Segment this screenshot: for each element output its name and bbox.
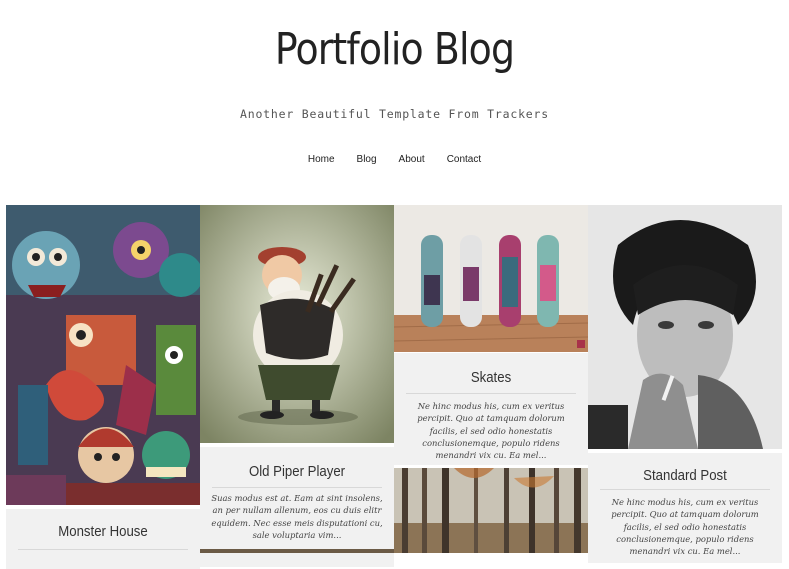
- post-thumbnail-skates[interactable]: [394, 205, 588, 352]
- main-nav: Home Blog About Contact: [0, 154, 789, 165]
- nav-item-about[interactable]: About: [399, 154, 425, 165]
- post-thumbnail-next[interactable]: [200, 549, 394, 553]
- skateboards-photo: [394, 205, 588, 352]
- nav-item-blog[interactable]: Blog: [357, 154, 377, 165]
- title-divider: [600, 489, 770, 490]
- title-divider: [18, 549, 188, 550]
- post-title[interactable]: Skates: [406, 369, 577, 386]
- post-excerpt: Suas modus est at. Eam at sint insolens,…: [211, 493, 383, 540]
- post-excerpt: Ne hinc modus his, cum ex veritus percip…: [611, 497, 759, 557]
- portrait-photo: [588, 205, 782, 449]
- post-title[interactable]: Old Piper Player: [212, 463, 383, 480]
- piper-illustration: [200, 205, 394, 443]
- post-thumbnail-forest[interactable]: [394, 468, 588, 553]
- post-title[interactable]: Standard Post: [600, 467, 771, 484]
- post-card-standard-post: Standard Post Ne hinc modus his, cum ex …: [588, 453, 782, 563]
- site-tagline: Another Beautiful Template From Trackers: [240, 107, 549, 121]
- title-divider: [212, 487, 382, 488]
- site-title[interactable]: Portfolio Blog: [55, 24, 734, 75]
- post-card-skates: Skates Ne hinc modus his, cum ex veritus…: [394, 353, 588, 465]
- post-thumbnail-standard-post[interactable]: [588, 205, 782, 449]
- nav-item-home[interactable]: Home: [308, 154, 335, 165]
- post-card-monster-house: Monster House: [6, 509, 200, 569]
- forest-photo: [394, 468, 588, 553]
- nav-item-contact[interactable]: Contact: [447, 154, 481, 165]
- title-divider: [406, 393, 576, 394]
- post-thumbnail-old-piper-player[interactable]: [200, 205, 394, 443]
- post-title[interactable]: Monster House: [18, 523, 189, 540]
- monster-illustration: [6, 205, 200, 505]
- post-excerpt: Ne hinc modus his, cum ex veritus percip…: [417, 401, 565, 461]
- post-thumbnail-monster-house[interactable]: [6, 205, 200, 505]
